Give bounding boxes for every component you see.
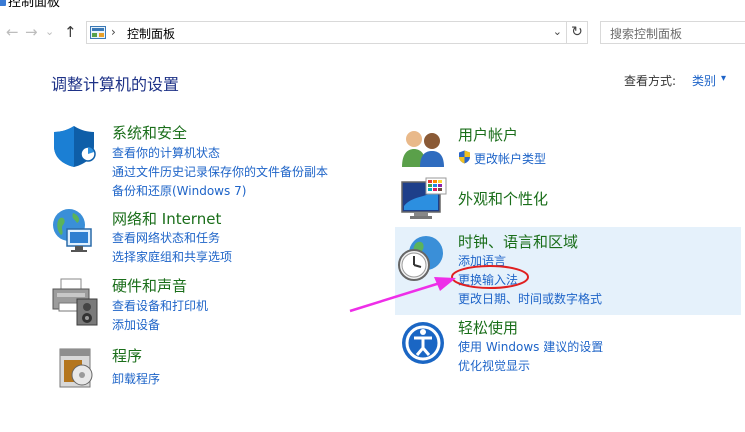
annotation-arrow (349, 281, 441, 313)
highlight-ring (451, 265, 529, 289)
annotation-overlay (349, 265, 529, 313)
arrow-head-icon (434, 277, 456, 291)
